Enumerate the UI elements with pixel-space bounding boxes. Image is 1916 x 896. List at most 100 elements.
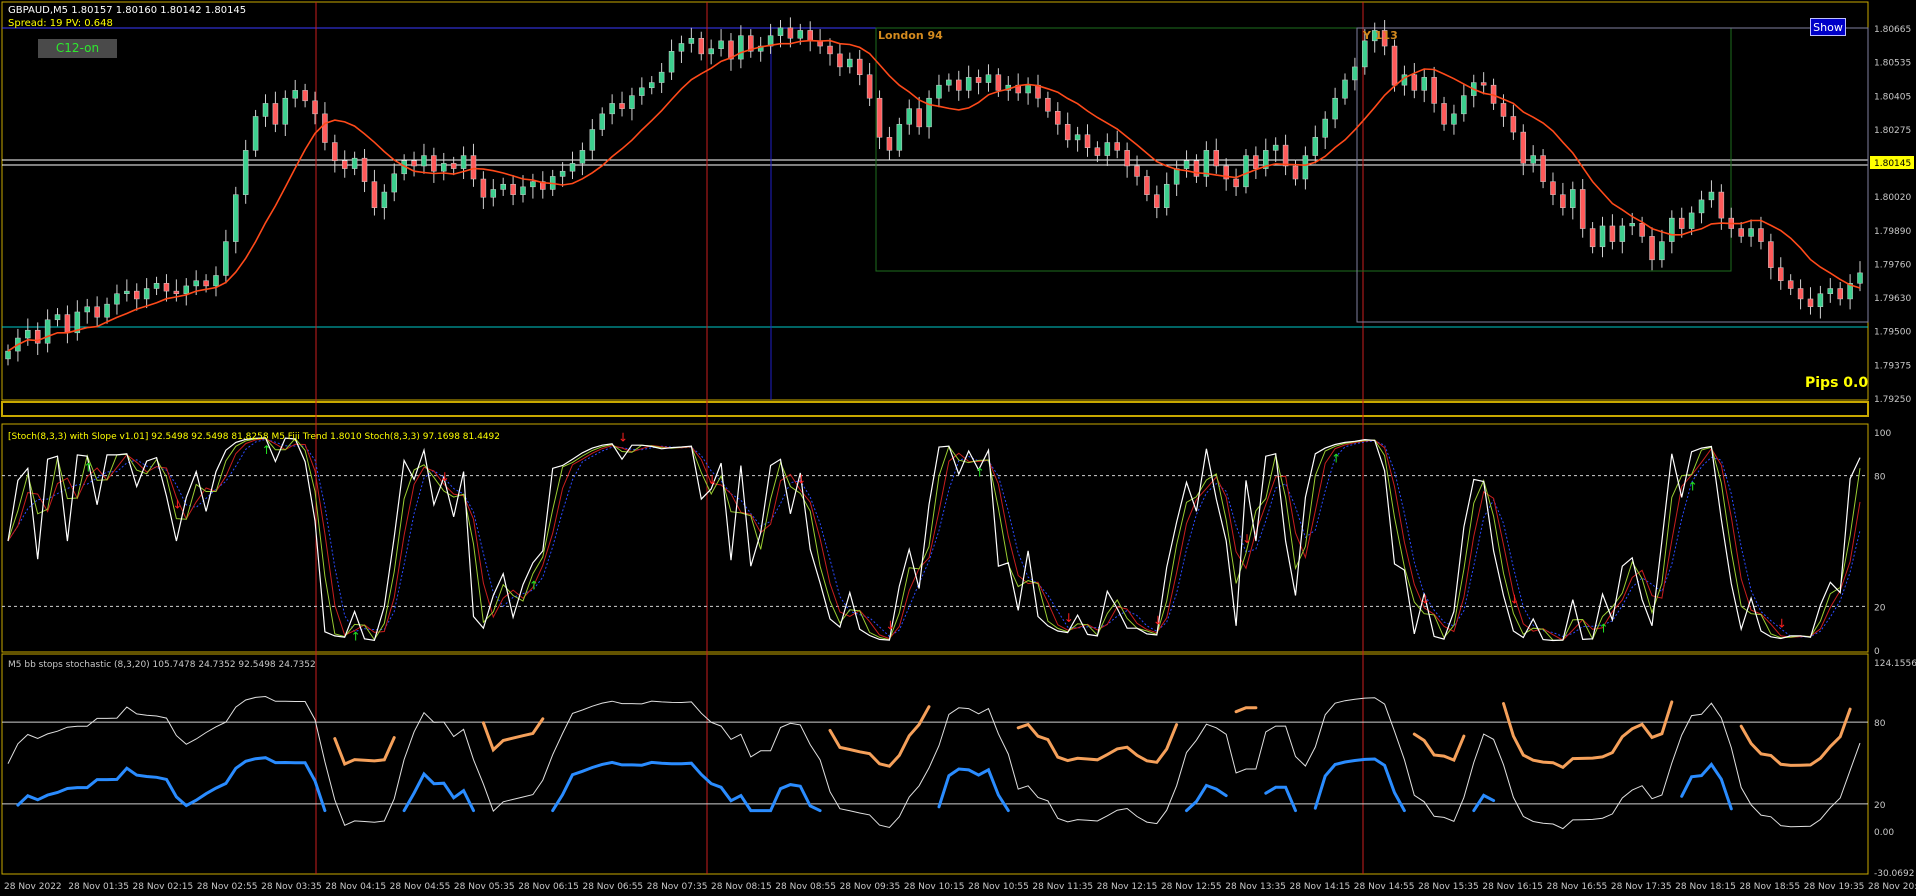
bb-stop-down-segment [1412,732,1466,763]
time-axis-label: 28 Nov 07:35 [647,882,708,892]
candle-body [589,129,596,151]
bb-stop-up-segment [1313,757,1406,813]
candle-body [1500,103,1507,117]
candle-body [411,160,417,167]
candle-body [1758,228,1764,242]
price-axis-label: 1.79890 [1874,227,1911,237]
stoch-slope-line [7,437,1861,641]
price-axis-label: 1.79630 [1874,294,1911,304]
time-axis-label: 28 Nov 2022 [4,882,62,892]
time-axis-label: 28 Nov 12:55 [1161,882,1222,892]
trend-down-arrow: ↓ [1509,592,1519,606]
show-button[interactable]: Show [1810,18,1846,36]
time-axis-label: 28 Nov 03:35 [261,882,322,892]
candle-body [302,90,308,102]
candle-body [1708,191,1715,201]
time-axis-label: 28 Nov 14:55 [1354,882,1415,892]
trend-up-arrow: ↑ [1599,621,1609,635]
candle-body [718,40,724,49]
candle-body [1114,142,1120,151]
candle-body [559,170,566,177]
candle-body [1362,40,1368,68]
candle-body [609,103,615,115]
candle-body [1797,288,1804,300]
bb-stop-down-segment [828,705,931,768]
price-axis-label: 1.79375 [1874,361,1911,371]
candle-body [1421,77,1427,91]
candle-body [1510,116,1517,133]
candle-body [965,77,972,91]
main-panel-frame [1,1,1869,401]
candle-body [441,163,447,172]
candle-body [262,103,269,117]
candle-body [1540,155,1546,182]
candle-body [876,97,883,138]
trend-down-arrow: ↓ [1064,611,1074,625]
candle-body [1411,74,1418,91]
candle-body [1461,95,1467,115]
candle-body [1243,155,1249,188]
time-axis-label: 28 Nov 17:35 [1611,882,1672,892]
candle-body [193,280,199,287]
candle-body [361,157,368,182]
candle-body [272,103,279,125]
candle-body [460,155,467,169]
candle-body [1639,223,1645,237]
candle-body [639,87,645,96]
stoch-axis-label: 20 [1874,603,1886,613]
candle-body [1659,241,1665,261]
candle-body [1233,178,1239,188]
trend-down-arrow: ↓ [440,470,450,484]
bb-stop-up-segment [402,771,475,813]
candle-body [1045,97,1051,112]
candle-body [500,183,506,190]
candle-body [1441,103,1447,125]
candle-body [1074,134,1081,141]
candle-body [1718,191,1725,219]
candle-body [906,108,912,125]
candle-body [1064,124,1071,141]
candle-body [1787,280,1794,289]
c12-toggle-button[interactable]: C12-on [38,39,117,58]
candle-body [807,30,813,42]
candle-body [183,285,190,294]
candle-body [668,51,675,73]
candle-body [450,163,457,169]
bb-stop-up-segment [1472,793,1496,813]
bb-axis-label: -30.0692 [1874,869,1914,879]
time-axis-label: 28 Nov 01:35 [68,882,129,892]
stoch-panel-title: [Stoch(8,3,3) with Slope v1.01] 92.5498 … [8,432,500,442]
stoch-panel-frame [1,423,1869,653]
candle-body [847,58,853,68]
candle-body [1253,155,1259,169]
symbol-info: GBPAUD,M5 1.80157 1.80160 1.80142 1.8014… [8,5,246,16]
candle-body [1738,228,1744,237]
candle-body [1035,84,1041,99]
ny-box-label: Y 113 [1362,29,1398,42]
current-price-label: 1.80145 [1874,159,1911,169]
candle-body [708,48,714,55]
trend-down-arrow: ↓ [796,472,806,486]
price-axis-label: 1.80020 [1874,193,1911,203]
candle-body [1609,225,1616,242]
price-axis-label: 1.80405 [1874,92,1911,102]
candle-body [282,97,289,125]
candle-body [916,108,922,128]
bb-stop-down-segment [1502,700,1674,770]
trading-chart[interactable]: ↑ ↓ ↑ ↑ ↓ ↑ ↓ ↓ ↓ ↓ ↑ ↓ ↓ ↓ ↑ ↓ ↓ ↑ ↑ ↓ GBPAUD,M5 1.80157 1… [0,0,1916,896]
trend-up-arrow: ↑ [351,629,361,643]
time-axis-label: 28 Nov 18:15 [1675,882,1736,892]
candle-body [371,181,378,208]
candle-body [1807,298,1814,308]
time-axis-label: 28 Nov 10:15 [904,882,965,892]
stoch-axis-label: 0 [1874,647,1880,657]
time-axis-label: 28 Nov 20:15 [1868,882,1916,892]
candle-body [1698,199,1705,214]
london-box-label: London 94 [878,29,943,42]
candle-body [1055,110,1061,125]
candle-body [233,194,239,242]
candle-body [1203,150,1210,177]
candle-body [777,27,784,36]
candle-body [5,350,11,360]
time-axis-label: 28 Nov 04:55 [390,882,451,892]
